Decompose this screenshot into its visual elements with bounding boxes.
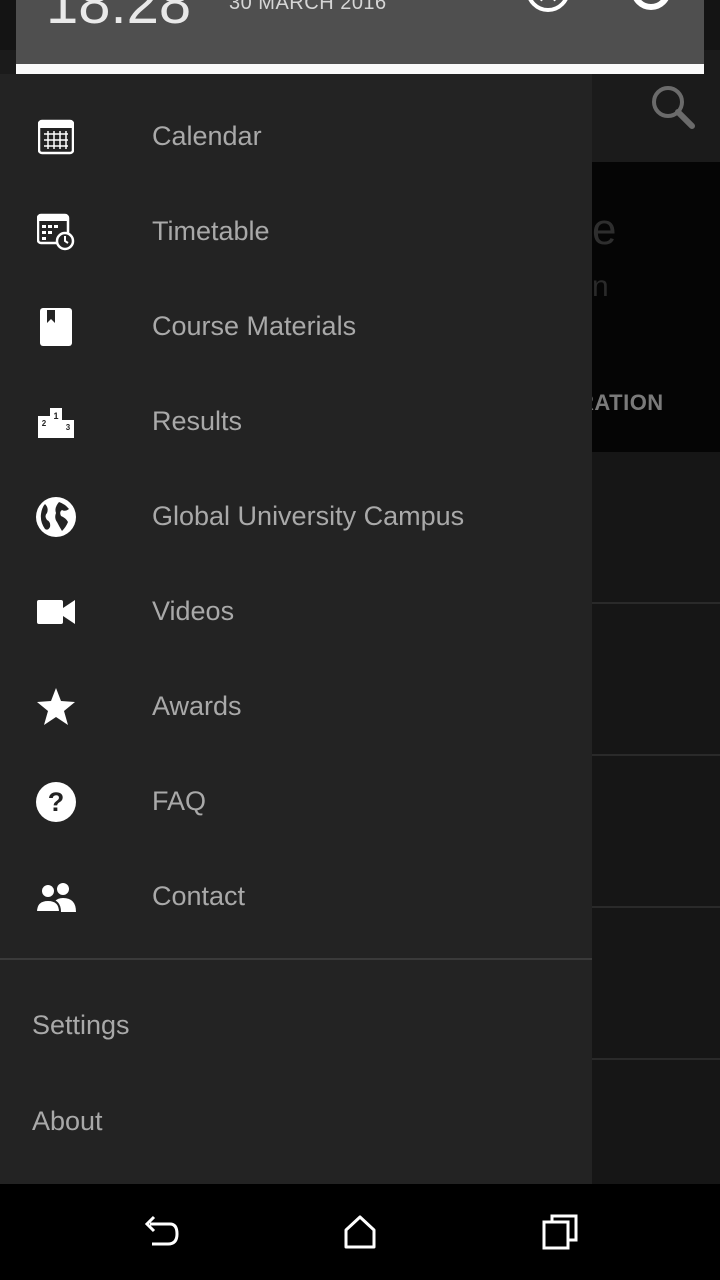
drawer-item-course-materials[interactable]: Course Materials: [0, 279, 592, 374]
drawer-item-results[interactable]: 1 2 3 Results: [0, 374, 592, 469]
background-subtitle-fragment: n: [592, 270, 609, 303]
shade-clock: 18:28: [46, 0, 192, 36]
system-navigation-bar: [0, 1184, 720, 1280]
drawer-item-settings[interactable]: Settings: [0, 977, 592, 1073]
gear-icon[interactable]: [626, 0, 676, 16]
book-icon: [34, 307, 78, 347]
drawer-item-about[interactable]: About: [0, 1073, 592, 1169]
search-icon[interactable]: [648, 82, 696, 130]
back-icon[interactable]: [140, 1212, 180, 1252]
drawer-divider: [0, 958, 592, 960]
svg-text:?: ?: [48, 787, 65, 817]
drawer-item-label: Contact: [152, 881, 246, 911]
svg-text:3: 3: [66, 423, 71, 432]
shade-handle[interactable]: [16, 64, 704, 74]
globe-icon: [34, 497, 78, 537]
background-list-item[interactable]: [592, 1060, 720, 1184]
people-icon: [34, 877, 78, 917]
drawer-item-label: Calendar: [152, 121, 262, 151]
background-list-item[interactable]: [592, 756, 720, 908]
notification-shade[interactable]: 18:28 30 MARCH 2016: [16, 0, 704, 64]
drawer-item-videos[interactable]: Videos: [0, 564, 592, 659]
background-list-item[interactable]: [592, 604, 720, 756]
drawer-item-label: Global University Campus: [152, 501, 465, 531]
navigation-drawer: Calendar Timetable Course Materials 1 2 …: [0, 74, 592, 1184]
drawer-item-label: Timetable: [152, 216, 270, 246]
drawer-footer-label: Settings: [32, 1010, 130, 1040]
drawer-item-global-university-campus[interactable]: Global University Campus: [0, 469, 592, 564]
drawer-footer-label: About: [32, 1106, 103, 1136]
drawer-item-faq[interactable]: ? FAQ: [0, 754, 592, 849]
drawer-item-label: Videos: [152, 596, 235, 626]
drawer-item-calendar[interactable]: Calendar: [0, 89, 592, 184]
drawer-item-label: FAQ: [152, 786, 207, 816]
recents-icon[interactable]: [540, 1212, 580, 1252]
video-camera-icon: [34, 592, 78, 632]
drawer-item-timetable[interactable]: Timetable: [0, 184, 592, 279]
calendar-icon: [34, 117, 78, 157]
svg-text:2: 2: [42, 419, 47, 428]
background-title-fragment: e: [592, 205, 617, 254]
podium-icon: 1 2 3: [34, 402, 78, 442]
drawer-item-label: Results: [152, 406, 243, 436]
background-list-item[interactable]: [592, 452, 720, 604]
drawer-item-label: Course Materials: [152, 311, 357, 341]
drawer-item-awards[interactable]: Awards: [0, 659, 592, 754]
svg-text:1: 1: [53, 411, 58, 421]
background-list-item[interactable]: [592, 908, 720, 1060]
alarm-icon[interactable]: [525, 0, 571, 16]
drawer-item-label: Awards: [152, 691, 242, 721]
drawer-item-contact[interactable]: Contact: [0, 849, 592, 944]
star-icon: [34, 687, 78, 727]
shade-date: 30 MARCH 2016: [229, 0, 387, 14]
help-icon: ?: [34, 782, 78, 822]
home-icon[interactable]: [340, 1212, 380, 1252]
timetable-icon: [34, 212, 78, 252]
